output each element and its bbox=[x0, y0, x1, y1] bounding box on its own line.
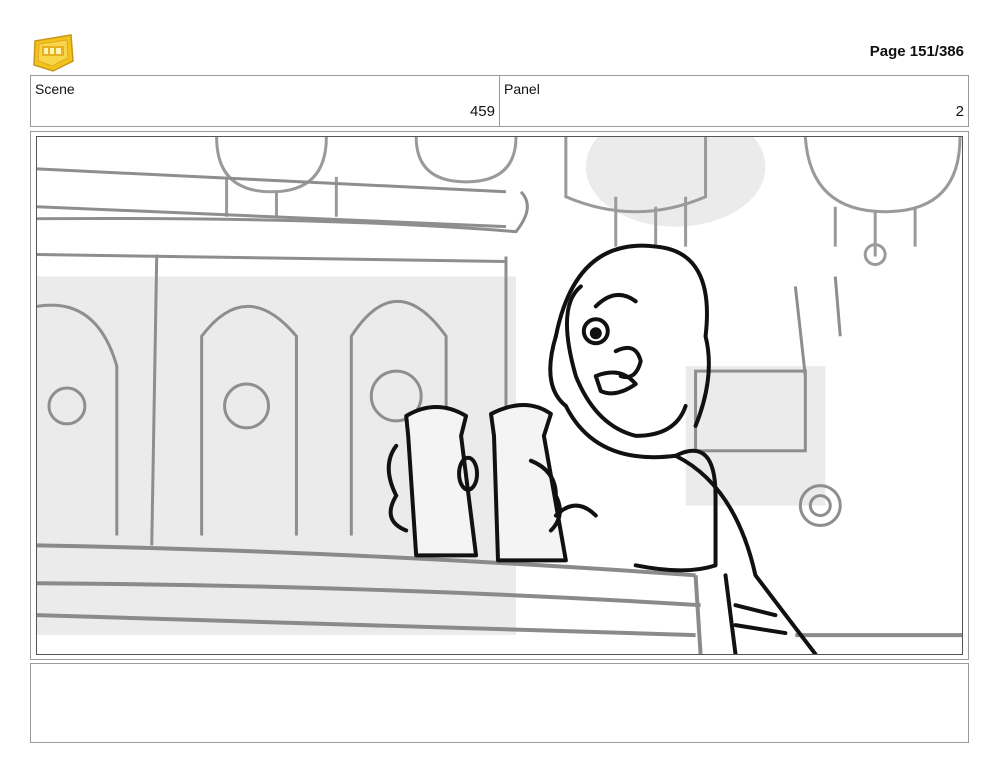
page-number: Page 151/386 bbox=[869, 43, 964, 60]
panel-number: 2 bbox=[955, 103, 964, 120]
shot-info-table: Scene 459 Panel 2 bbox=[30, 75, 969, 127]
panel-cell: Panel 2 bbox=[499, 76, 968, 126]
storyboard-sketch-image bbox=[36, 136, 963, 655]
storyboard-panel-frame bbox=[30, 131, 969, 660]
scene-label: Scene bbox=[35, 81, 75, 97]
panel-notes-box bbox=[30, 663, 969, 743]
scene-cell: Scene 459 bbox=[31, 76, 499, 126]
show-logo-icon bbox=[33, 34, 74, 72]
scene-number: 459 bbox=[469, 103, 495, 120]
panel-label: Panel bbox=[504, 81, 540, 97]
